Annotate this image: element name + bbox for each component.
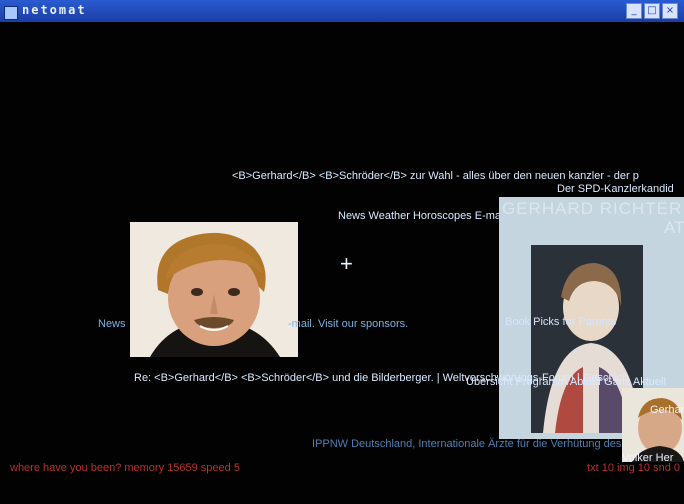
window-controls: _ □ × [626,3,678,19]
poster-title: GERHARD RICHTER [502,199,683,218]
app-icon [4,6,18,20]
gerhard-fragment[interactable]: Gerhard [650,404,684,416]
close-button[interactable]: × [662,3,678,19]
minimize-button[interactable]: _ [626,3,642,19]
netomat-canvas[interactable]: <B>Gerhard</B> <B>Schröder</B> zur Wahl … [0,22,684,504]
crosshair-cursor-icon: + [340,251,353,276]
status-right: txt 10 img 10 snd 0 [587,462,680,474]
portrait-photo[interactable] [130,222,298,357]
small-portrait-photo[interactable] [622,388,684,462]
news-line-left[interactable]: News [98,318,126,330]
ippnw-link[interactable]: IPPNW Deutschland, Internationale Ärzte … [312,438,650,450]
poster-subtitle: ATLAS [664,218,684,237]
maximize-button[interactable]: □ [644,3,660,19]
status-left: where have you been? memory 15659 speed … [10,462,240,474]
window-titlebar: netomat _ □ × [0,0,684,22]
portrait-image [130,222,298,357]
small-portrait-image [622,388,684,462]
book-picks-link[interactable]: Book Picks for Parents [505,316,616,328]
headline-spd[interactable]: Der SPD-Kanzlerkandid [557,183,674,195]
headline-schroeder[interactable]: <B>Gerhard</B> <B>Schröder</B> zur Wahl … [232,170,639,182]
news-line-mid[interactable]: -mail. Visit our sponsors. [288,318,408,330]
uebersicht-link[interactable]: Übersicht Programm/Ablauf Ganz Aktuell [466,376,666,388]
window-title: netomat [22,3,87,17]
